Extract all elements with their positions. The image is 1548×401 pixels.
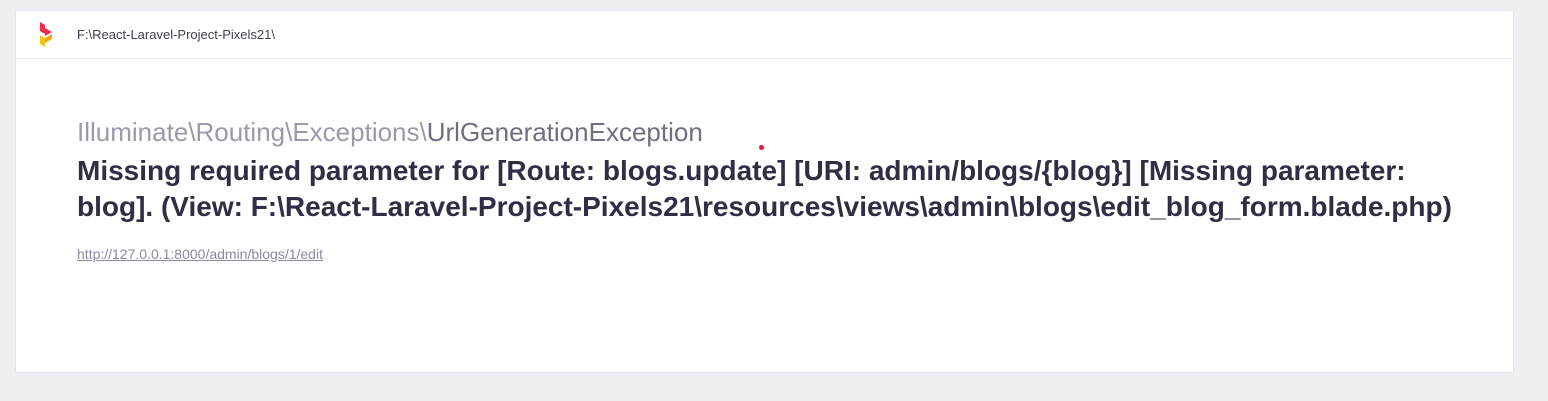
exception-namespace: Illuminate\Routing\Exceptions\	[77, 117, 427, 147]
exception-class: Illuminate\Routing\Exceptions\UrlGenerat…	[77, 115, 1477, 149]
error-header: F:\React-Laravel-Project-Pixels21\	[16, 11, 1513, 59]
ignition-flame-logo-icon	[40, 22, 52, 47]
cursor-dot	[759, 145, 764, 150]
project-path: F:\React-Laravel-Project-Pixels21\	[77, 27, 275, 42]
error-content: Illuminate\Routing\Exceptions\UrlGenerat…	[77, 115, 1477, 264]
exception-class-name: UrlGenerationException	[426, 117, 703, 147]
request-url-link[interactable]: http://127.0.0.1:8000/admin/blogs/1/edit	[77, 246, 323, 262]
exception-message: Missing required parameter for [Route: b…	[77, 155, 1452, 222]
error-card: F:\React-Laravel-Project-Pixels21\ Illum…	[15, 10, 1514, 373]
